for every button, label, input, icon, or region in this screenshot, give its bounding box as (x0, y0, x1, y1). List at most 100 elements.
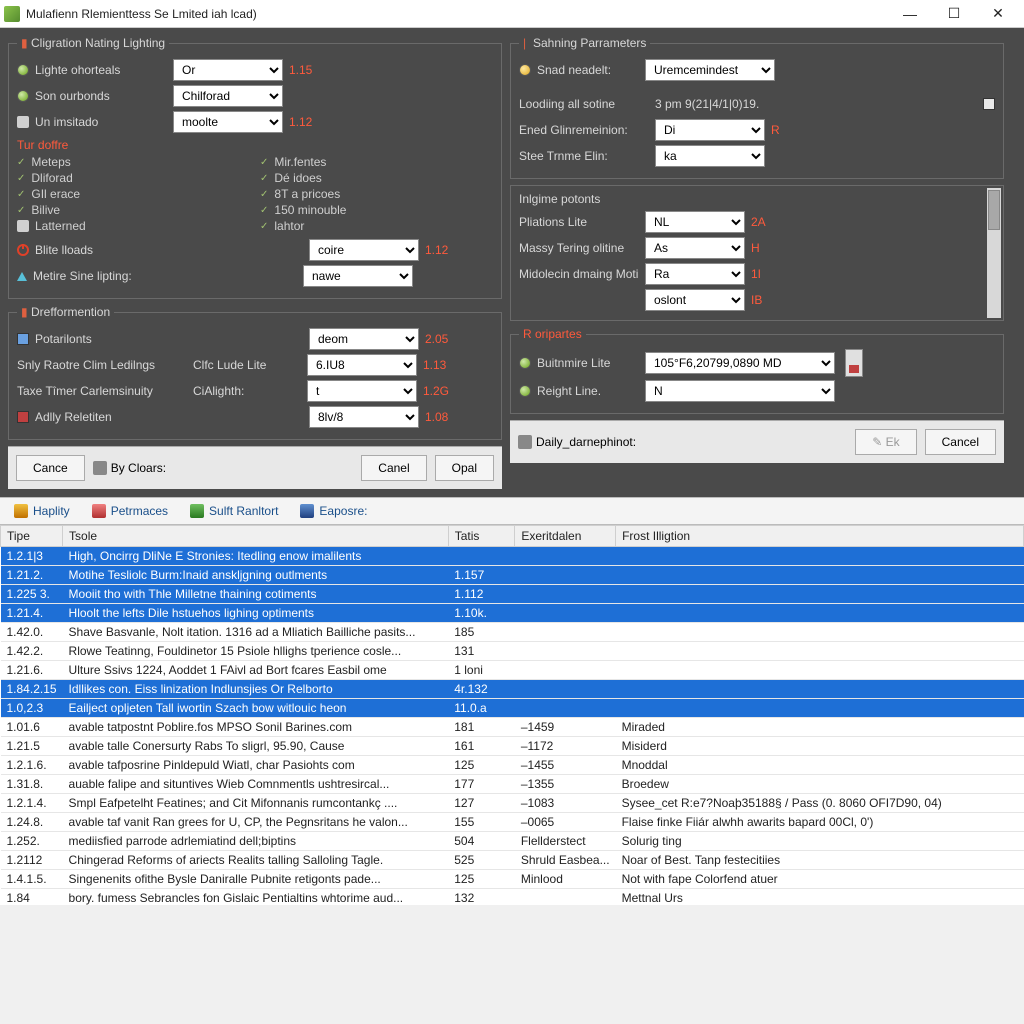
table-row[interactable]: 1.2.1.6.avable tafposrine Pinldepuld Wia… (1, 756, 1024, 775)
metire-sine-select[interactable]: nawe (303, 265, 413, 287)
massy-tering-select[interactable]: As (645, 237, 745, 259)
son-ourbonds-select[interactable]: Chilforad (173, 85, 283, 107)
minimize-button[interactable]: — (888, 0, 932, 28)
sahning-legend: Sahning Parrameters (533, 36, 646, 50)
table-row[interactable]: 1.01.6avable tatpostnt Poblire.fos MPSO … (1, 718, 1024, 737)
table-row[interactable]: 1.2.1.4.Smpl Eafpetelht Featines; and Ci… (1, 794, 1024, 813)
table-row[interactable]: 1.4.1.5.Singenenits ofithe Bysle Daniral… (1, 870, 1024, 889)
check-icon: ✓ (17, 157, 25, 168)
window-title: Mulafienn Rlemienttess Se Lmited iah lca… (26, 7, 888, 21)
table-row[interactable]: 1.21.6.Ulture Ssivs 1224, Aoddet 1 FAivl… (1, 661, 1024, 680)
un-imsitado-select[interactable]: moolte (173, 111, 283, 133)
reight-line-select[interactable]: N (645, 380, 835, 402)
stee-trnme-select[interactable]: ka (655, 145, 765, 167)
potarilonts-value: 2.05 (425, 332, 465, 346)
cancel-button[interactable]: Cancel (925, 429, 996, 455)
cialighth-value: 1.2G (423, 384, 463, 398)
inlgime-panel: Inlgime potonts Pliations LiteNL2A Massy… (510, 185, 1004, 321)
ok-button[interactable]: ✎ Ek (855, 429, 916, 455)
buitnmire-select[interactable]: 105°F6,20799,0890 MD (645, 352, 835, 374)
son-ourbonds-label: Son ourbonds (35, 89, 110, 103)
column-header[interactable]: Tsole (63, 526, 449, 547)
list-item: ✓ Mir.fentes (260, 154, 493, 170)
check-icon: ✓ (260, 189, 268, 200)
column-header[interactable]: Exeritdalen (515, 526, 616, 547)
table-row[interactable]: 1.42.2.Rlowe Teatinng, Fouldinetor 15 Ps… (1, 642, 1024, 661)
potarilonts-select[interactable]: deom (309, 328, 419, 350)
light-overheads-label: Lighte ohorteals (35, 63, 120, 77)
app-icon (4, 6, 20, 22)
snly-raotre-label: Snly Raotre Clim Ledilngs (17, 358, 155, 372)
check-icon: ✓ (260, 205, 268, 216)
light-overheads-select[interactable]: Or (173, 59, 283, 81)
opal-button[interactable]: Opal (435, 455, 494, 481)
calendar-icon[interactable] (983, 98, 995, 110)
antiule-value: IB (751, 293, 791, 307)
tab-petrmaces[interactable]: Petrmaces (82, 500, 178, 522)
table-row[interactable]: 1.21.2.Motihe Tesliolc Burm:Inaid ansklj… (1, 566, 1024, 585)
data-grid[interactable]: TipeTsoleTatisExeritdalenFrost Illigtion… (0, 525, 1024, 905)
tab-sulft-ranltort[interactable]: Sulft Ranltort (180, 500, 288, 522)
inlgime-subhead: Inlgime potonts (519, 192, 995, 206)
metire-sine-label: Metire Sine lipting: (33, 269, 132, 283)
scrollbar-thumb[interactable] (988, 190, 1000, 230)
lighting-legend: Cligration Nating Lighting (31, 36, 165, 50)
table-row[interactable]: 1.21.4.Hloolt the lefts Dile hstuehos li… (1, 604, 1024, 623)
canel-button[interactable]: Canel (361, 455, 426, 481)
list-item: ✓ Bilive (17, 202, 250, 218)
titlebar: Mulafienn Rlemienttess Se Lmited iah lca… (0, 0, 1024, 28)
table-row[interactable]: 1.24.8.avable taf vanit Ran grees for U,… (1, 813, 1024, 832)
ened-glinre-label: Ened Glinremeinion: (519, 123, 628, 137)
clears-label: By Cloars: (111, 461, 166, 475)
bullet-icon (17, 220, 29, 232)
tab-eaposre[interactable]: Eaposre: (290, 500, 377, 522)
slider-icon[interactable] (845, 349, 863, 377)
ened-glinre-select[interactable]: Di (655, 119, 765, 141)
table-row[interactable]: 1.0,2.3Eailject opljeten Tall iwortin Sz… (1, 699, 1024, 718)
table-row[interactable]: 1.2112Chingerad Reforms of ariects Reali… (1, 851, 1024, 870)
cance-button[interactable]: Cance (16, 455, 85, 481)
list-item: Latterned (17, 218, 250, 234)
table-row[interactable]: 1.84bory. fumess Sebrancles fon Gislaic … (1, 889, 1024, 906)
midolecin-select[interactable]: Ra (645, 263, 745, 285)
column-header[interactable]: Frost Illigtion (616, 526, 1024, 547)
antiule-select[interactable]: oslont (645, 289, 745, 311)
cialighth-select[interactable]: t (307, 380, 417, 402)
ened-glinre-value: R (771, 123, 811, 137)
cialighth-label: CiAlighth: (193, 384, 301, 398)
check-icon: ✓ (260, 157, 268, 168)
adly-reletiten-select[interactable]: 8lv/8 (309, 406, 419, 428)
pliations-value: 2A (751, 215, 791, 229)
check-icon: ✓ (260, 221, 268, 232)
column-header[interactable]: Tipe (1, 526, 63, 547)
list-item: ✓ 8T a pricoes (260, 186, 493, 202)
midolecin-value: 1I (751, 267, 791, 281)
clfc-lude-select[interactable]: 6.IU8 (307, 354, 417, 376)
drefformention-group: ▮Drefformention Potarilonts deom 2.05 Sn… (8, 305, 502, 440)
daily-icon (518, 435, 532, 449)
blite-loads-select[interactable]: coire (309, 239, 419, 261)
clock-icon (17, 244, 29, 256)
table-row[interactable]: 1.31.8.auable falipe and situntives Wieb… (1, 775, 1024, 794)
tab-haplity[interactable]: Haplity (4, 500, 80, 522)
pliations-select[interactable]: NL (645, 211, 745, 233)
table-row[interactable]: 1.225 3.Mooiit tho with Thle Milletne th… (1, 585, 1024, 604)
scrollbar[interactable] (987, 188, 1001, 318)
table-row[interactable]: 1.42.0.Shave Basvanle, Nolt itation. 131… (1, 623, 1024, 642)
maximize-button[interactable]: ☐ (932, 0, 976, 28)
loading-value: 3 pm 9(21|4/1|0)19. (655, 97, 759, 111)
left-buttonbar: Cance By Cloars: Canel Opal (8, 446, 502, 489)
table-row[interactable]: 1.21.5avable talle Conersurty Rabs To sl… (1, 737, 1024, 756)
clfc-lude-label: Clfc Lude Lite (193, 358, 301, 372)
options-list: ✓ Meteps✓ Dliforad✓ GIl erace✓ Bilive La… (17, 154, 493, 234)
column-header[interactable]: Tatis (448, 526, 515, 547)
table-row[interactable]: 1.84.2.15Idllikes con. Eiss linization I… (1, 680, 1024, 699)
potarilonts-label: Potarilonts (35, 332, 92, 346)
snad-neadelt-select[interactable]: Uremcemindest (645, 59, 775, 81)
dot-icon (519, 357, 531, 369)
table-row[interactable]: 1.2.1|3High, Oncirrg DliNe E Stronies: I… (1, 547, 1024, 566)
triangle-icon (17, 272, 27, 281)
drefformention-legend: Drefformention (31, 305, 110, 319)
table-row[interactable]: 1.252.mediisfied parrode adrlemiatind de… (1, 832, 1024, 851)
close-button[interactable]: ✕ (976, 0, 1020, 28)
